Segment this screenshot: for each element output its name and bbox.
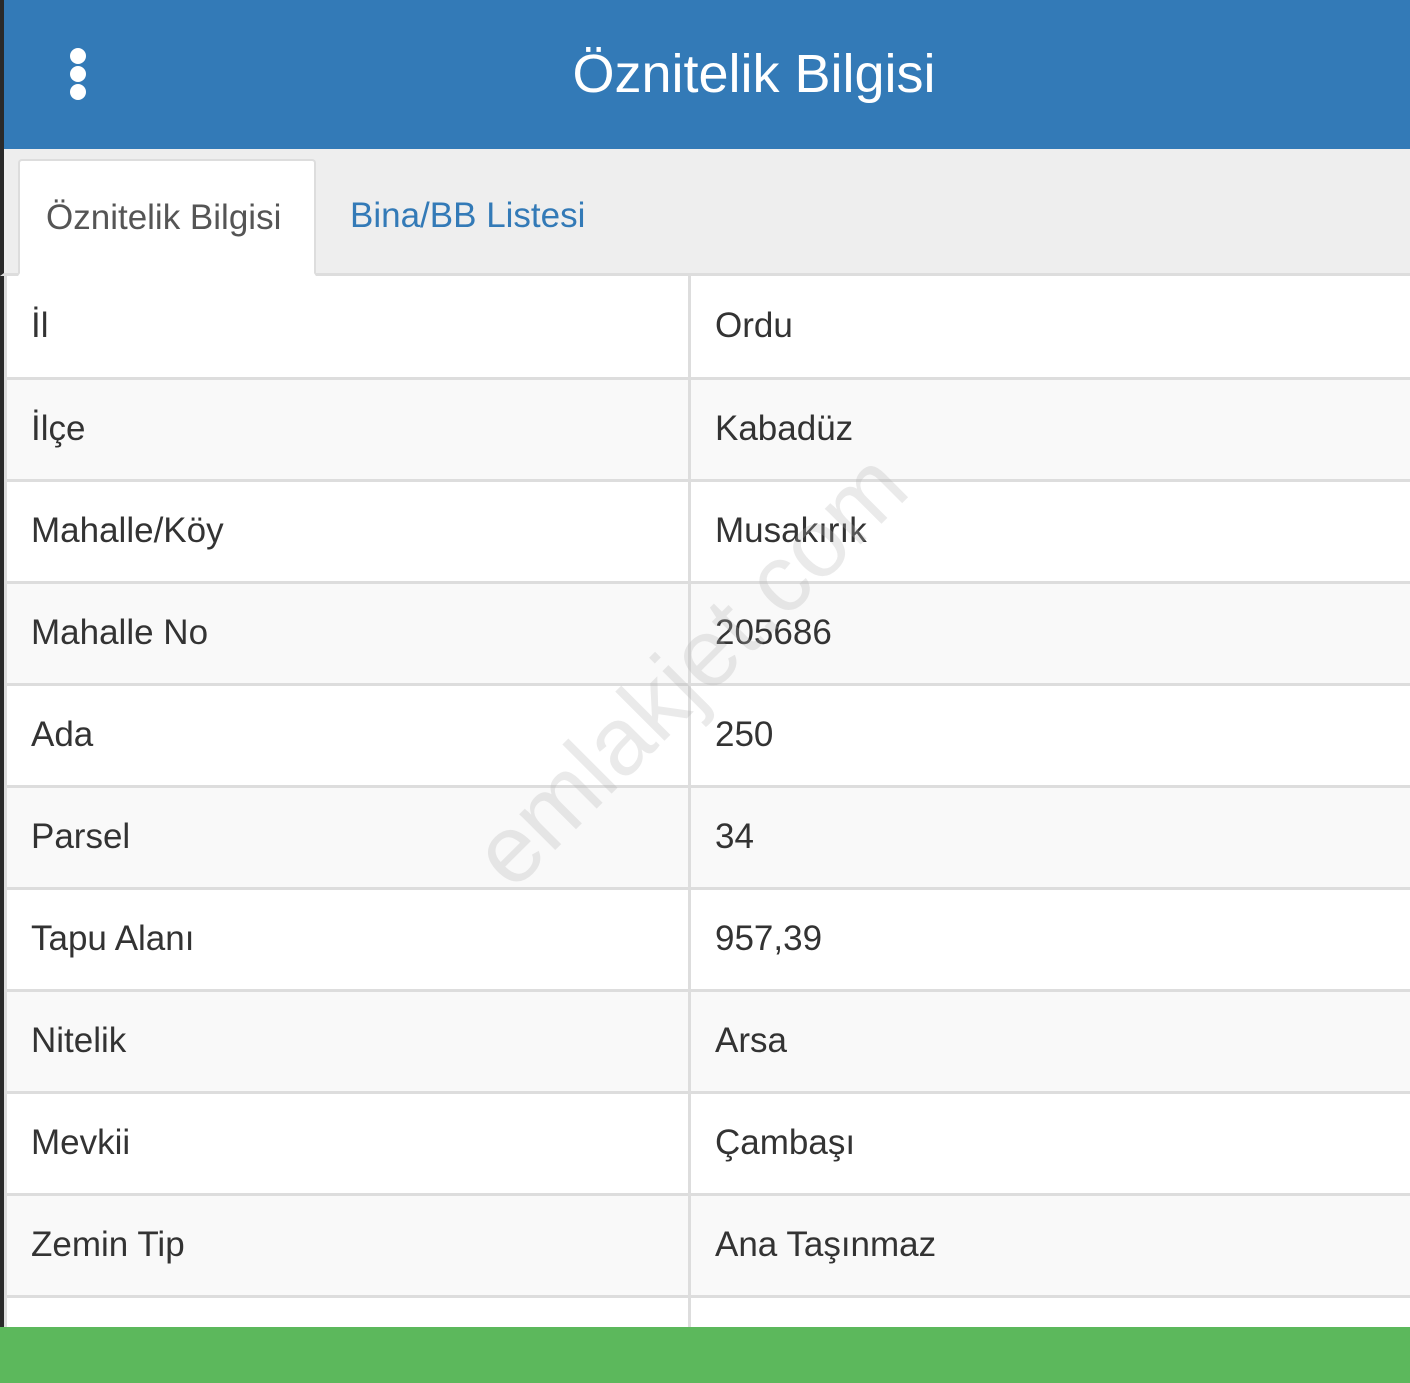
table-row: Zemin Tip Ana Taşınmaz (4, 1192, 1410, 1298)
table-row (4, 1294, 1410, 1328)
attribute-value: 205686 (688, 580, 1410, 686)
attribute-value: 250 (688, 682, 1410, 788)
attribute-value: Ana Taşınmaz (688, 1192, 1410, 1298)
attribute-value: Kabadüz (688, 376, 1410, 482)
table-row: İlçe Kabadüz (4, 376, 1410, 482)
attribute-key: Mevkii (4, 1090, 691, 1196)
attribute-key: İlçe (4, 376, 691, 482)
attribute-key: Parsel (4, 784, 691, 890)
attribute-value (688, 1294, 1410, 1328)
tab-attribute-info[interactable]: Öznitelik Bilgisi (18, 159, 316, 276)
attribute-value: 957,39 (688, 886, 1410, 992)
attribute-value: Musakırık (688, 478, 1410, 584)
attribute-value: 34 (688, 784, 1410, 890)
attribute-key: Ada (4, 682, 691, 788)
footer-action-bar[interactable] (0, 1327, 1410, 1383)
table-row: Mevkii Çambaşı (4, 1090, 1410, 1196)
table-row: Mahalle No 205686 (4, 580, 1410, 686)
attribute-key: Zemin Tip (4, 1192, 691, 1298)
table-row: Mahalle/Köy Musakırık (4, 478, 1410, 584)
app-header: Öznitelik Bilgisi (0, 0, 1410, 149)
attribute-key: Tapu Alanı (4, 886, 691, 992)
table-row: Parsel 34 (4, 784, 1410, 890)
attribute-key: Mahalle/Köy (4, 478, 691, 584)
attribute-value: Ordu (688, 276, 1410, 380)
tab-building-list[interactable]: Bina/BB Listesi (324, 159, 611, 276)
attribute-value: Arsa (688, 988, 1410, 1094)
attribute-key: Nitelik (4, 988, 691, 1094)
tab-bar: Öznitelik Bilgisi Bina/BB Listesi (0, 149, 1410, 276)
table-row: Ada 250 (4, 682, 1410, 788)
attribute-key (4, 1294, 691, 1328)
page-title: Öznitelik Bilgisi (572, 44, 936, 104)
table-row: Nitelik Arsa (4, 988, 1410, 1094)
attribute-key: Mahalle No (4, 580, 691, 686)
table-row: İl Ordu (4, 276, 1410, 380)
attribute-table: İl Ordu İlçe Kabadüz Mahalle/Köy Musakır… (4, 276, 1410, 1328)
page: Öznitelik Bilgisi Öznitelik Bilgisi Bina… (0, 0, 1410, 1383)
attribute-table-container[interactable]: İl Ordu İlçe Kabadüz Mahalle/Köy Musakır… (0, 276, 1410, 1328)
table-row: Tapu Alanı 957,39 (4, 886, 1410, 992)
attribute-key: İl (4, 276, 691, 380)
attribute-value: Çambaşı (688, 1090, 1410, 1196)
